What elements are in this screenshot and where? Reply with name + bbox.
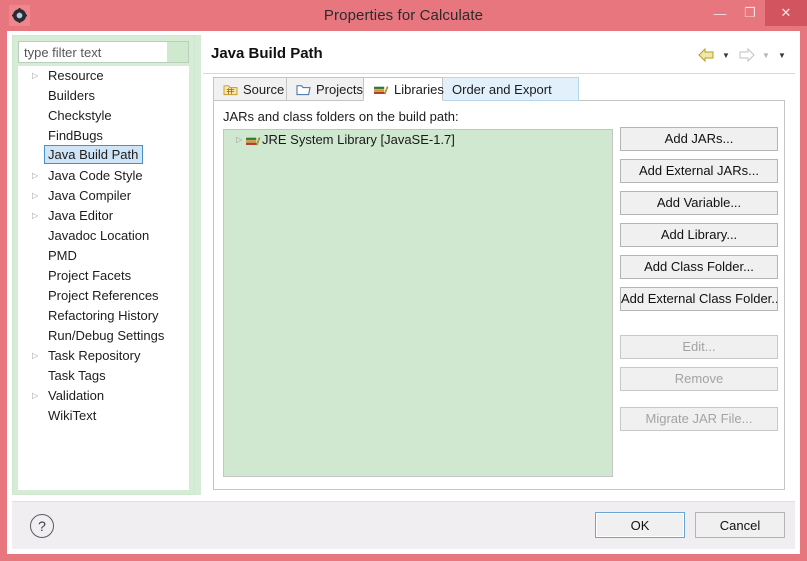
- sidebar-item-label: Validation: [48, 388, 105, 403]
- tab-label: Order and Export: [452, 81, 552, 97]
- source-folder-icon: [223, 83, 238, 96]
- tab-libraries[interactable]: Libraries: [363, 77, 444, 101]
- sidebar-item-task-repository[interactable]: ▷ Task Repository: [18, 346, 189, 366]
- add-external-jars-button[interactable]: Add External JARs...: [620, 159, 778, 183]
- sidebar-item-label: Project Facets: [48, 268, 132, 283]
- tab-source[interactable]: Source: [213, 77, 287, 101]
- sidebar-item-java-compiler[interactable]: ▷ Java Compiler: [18, 186, 189, 206]
- library-books-icon: [245, 133, 261, 153]
- add-jars-button[interactable]: Add JARs...: [620, 127, 778, 151]
- sidebar-item-label: Project References: [48, 288, 159, 303]
- page-navigation: ▼ ▼ ▼: [695, 45, 789, 65]
- sidebar-item-java-code-style[interactable]: ▷ Java Code Style: [18, 166, 189, 186]
- panel-separator: [195, 35, 201, 495]
- tab-label: Projects: [316, 81, 363, 97]
- sidebar-item-label: FindBugs: [48, 128, 103, 143]
- chevron-right-icon[interactable]: ▷: [32, 386, 38, 406]
- page-panel: Java Build Path ▼ ▼ ▼ Source Projects Li…: [203, 35, 795, 495]
- edit-button: Edit...: [620, 335, 778, 359]
- sidebar-item-javadoc-location[interactable]: Javadoc Location: [18, 226, 189, 246]
- list-item[interactable]: ▷ JRE System Library [JavaSE-1.7]: [224, 130, 612, 150]
- chevron-right-icon[interactable]: ▷: [32, 66, 38, 86]
- chevron-right-icon[interactable]: ▷: [32, 206, 38, 226]
- tab-label: Source: [243, 81, 285, 97]
- forward-chevron-down-icon: ▼: [762, 50, 770, 60]
- add-external-class-folder-button[interactable]: Add External Class Folder...: [620, 287, 778, 311]
- build-path-list[interactable]: ▷ JRE System Library [JavaSE-1.7]: [223, 129, 613, 477]
- back-chevron-down-icon[interactable]: ▼: [719, 45, 733, 65]
- chevron-right-icon[interactable]: ▷: [32, 166, 38, 186]
- chevron-right-icon[interactable]: ▷: [32, 186, 38, 206]
- projects-folder-icon: [296, 83, 311, 96]
- sidebar-item-label: Java Compiler: [48, 188, 132, 203]
- tab-label: Libraries: [394, 81, 444, 97]
- sidebar-item-pmd[interactable]: PMD: [18, 246, 189, 266]
- page-title: Java Build Path: [211, 45, 323, 62]
- sidebar-item-label: Javadoc Location: [48, 228, 150, 243]
- sidebar-item-project-references[interactable]: Project References: [18, 286, 189, 306]
- sidebar-item-builders[interactable]: Builders: [18, 86, 189, 106]
- sidebar-item-label: Refactoring History: [48, 308, 159, 323]
- sidebar-item-label: Resource: [48, 68, 104, 83]
- sidebar-item-validation[interactable]: ▷ Validation: [18, 386, 189, 406]
- sidebar-item-java-editor[interactable]: ▷ Java Editor: [18, 206, 189, 226]
- add-variable-button[interactable]: Add Variable...: [620, 191, 778, 215]
- sidebar-item-label: Run/Debug Settings: [48, 328, 165, 343]
- sidebar-item-refactoring-history[interactable]: Refactoring History: [18, 306, 189, 326]
- sidebar-item-label: Builders: [48, 88, 95, 103]
- chevron-right-icon[interactable]: ▷: [236, 130, 242, 150]
- tab-strip: Source Projects Libraries Order and Export: [213, 77, 785, 101]
- minimize-button[interactable]: —: [705, 0, 735, 26]
- cancel-button[interactable]: Cancel: [695, 512, 785, 538]
- forward-arrow-icon: [735, 45, 757, 65]
- maximize-button[interactable]: ❐: [735, 0, 765, 26]
- gear-icon: [9, 5, 30, 26]
- sidebar-item-resource[interactable]: ▷ Resource: [18, 66, 189, 86]
- content-label: JARs and class folders on the build path…: [223, 109, 459, 124]
- list-item-label: JRE System Library [JavaSE-1.7]: [262, 132, 455, 147]
- close-button[interactable]: ✕: [765, 0, 807, 26]
- settings-tree[interactable]: ▷ Resource Builders Checkstyle FindBugs Java …: [18, 66, 189, 490]
- add-class-folder-button[interactable]: Add Class Folder...: [620, 255, 778, 279]
- page-title-divider: [203, 73, 795, 74]
- question-mark-icon[interactable]: ?: [30, 514, 54, 538]
- sidebar-item-task-tags[interactable]: Task Tags: [18, 366, 189, 386]
- sidebar-item-java-build-path[interactable]: Java Build Path: [18, 145, 189, 166]
- title-bar: Properties for Calculate — ❐ ✕: [0, 0, 807, 31]
- libraries-icon: [373, 83, 389, 96]
- sidebar-item-label: Checkstyle: [48, 108, 112, 123]
- chevron-right-icon[interactable]: ▷: [32, 346, 38, 366]
- dialog-body: ▷ Resource Builders Checkstyle FindBugs Java …: [7, 31, 800, 554]
- sidebar-item-label: Java Code Style: [48, 168, 143, 183]
- sidebar-item-label: PMD: [48, 248, 77, 263]
- sidebar-item-project-facets[interactable]: Project Facets: [18, 266, 189, 286]
- sidebar-item-wikitext[interactable]: WikiText: [18, 406, 189, 426]
- dialog-footer: ? OK Cancel: [12, 501, 795, 549]
- migrate-jar-file-button: Migrate JAR File...: [620, 407, 778, 431]
- sidebar-item-run-debug-settings[interactable]: Run/Debug Settings: [18, 326, 189, 346]
- sidebar-item-label: Task Repository: [48, 348, 141, 363]
- sidebar-item-label: Java Build Path: [44, 145, 144, 164]
- remove-button: Remove: [620, 367, 778, 391]
- filter-input[interactable]: [19, 42, 167, 62]
- back-arrow-icon[interactable]: [695, 45, 717, 65]
- add-library-button[interactable]: Add Library...: [620, 223, 778, 247]
- build-path-button-column: Add JARs... Add External JARs... Add Varia…: [620, 127, 778, 439]
- libraries-tab-panel: JARs and class folders on the build path…: [213, 100, 785, 490]
- sidebar-item-label: Task Tags: [48, 368, 106, 383]
- sidebar-item-label: WikiText: [48, 408, 97, 423]
- tab-projects[interactable]: Projects: [286, 77, 364, 101]
- sidebar-item-label: Java Editor: [48, 208, 114, 223]
- settings-tree-panel: ▷ Resource Builders Checkstyle FindBugs Java …: [12, 35, 195, 495]
- sidebar-item-findbugs[interactable]: FindBugs: [18, 126, 189, 146]
- tab-order-and-export[interactable]: Order and Export: [442, 77, 579, 101]
- sidebar-item-checkstyle[interactable]: Checkstyle: [18, 106, 189, 126]
- filter-box: [18, 41, 189, 63]
- properties-dialog: Properties for Calculate — ❐ ✕ ▷ Resource…: [0, 0, 807, 561]
- ok-button[interactable]: OK: [595, 512, 685, 538]
- page-menu-chevron-down-icon[interactable]: ▼: [775, 45, 789, 65]
- window-title: Properties for Calculate: [323, 7, 484, 24]
